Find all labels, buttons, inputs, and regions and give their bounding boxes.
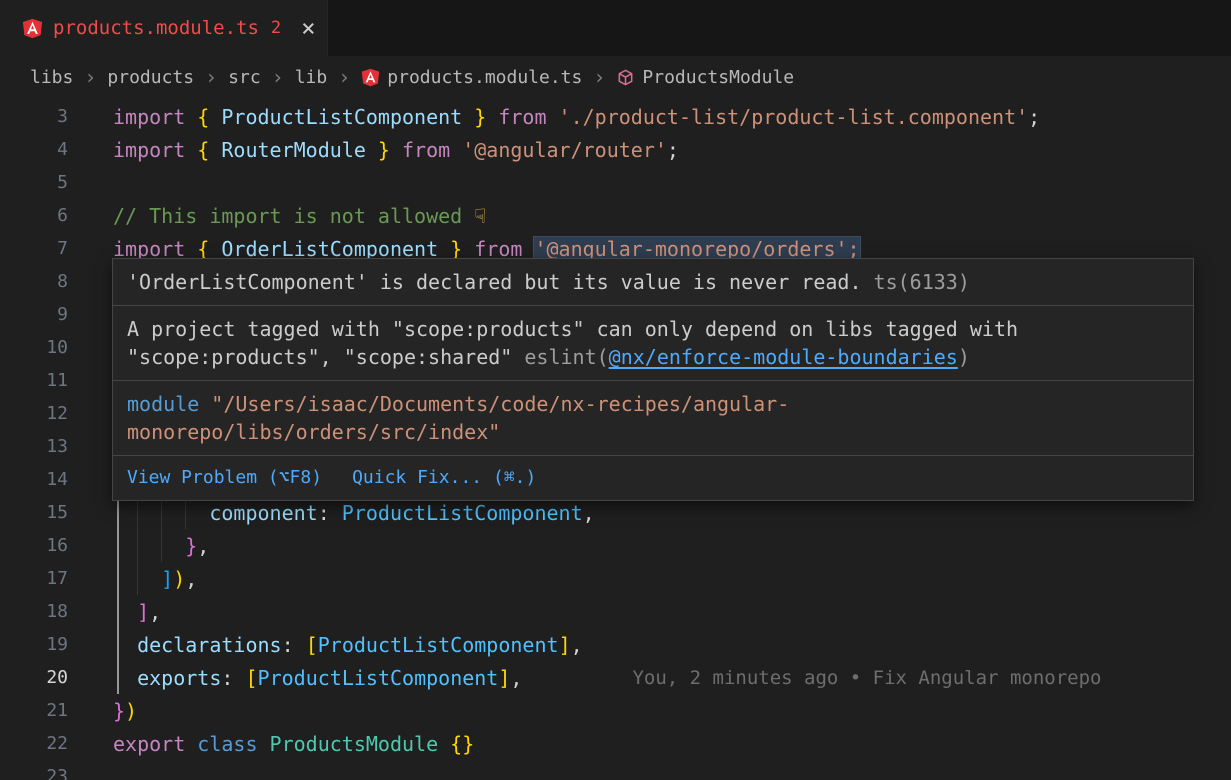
code-text: import { OrderListComponent } from '@ang…: [98, 237, 860, 261]
line-number: 5: [0, 172, 98, 193]
breadcrumb-item-lib[interactable]: lib: [295, 67, 328, 88]
indent-guide: [161, 529, 162, 562]
line-number: 4: [0, 139, 98, 160]
tab-products-module-ts[interactable]: products.module.ts 2 ×: [0, 0, 328, 56]
breadcrumb-item-libs[interactable]: libs: [30, 67, 73, 88]
line-number: 3: [0, 106, 98, 127]
hover-message: A project tagged with "scope:products" c…: [113, 306, 1193, 381]
line-number: 21: [0, 700, 98, 721]
git-blame-annotation: You, 2 minutes ago • Fix Angular monorep…: [632, 667, 1101, 689]
line-number: 15: [0, 502, 98, 523]
code-line-23[interactable]: 23: [0, 760, 1231, 780]
hover-message: module "/Users/isaac/Documents/code/nx-r…: [113, 381, 1193, 456]
code-text: declarations: [ProductListComponent],: [98, 633, 583, 657]
tab-bar: products.module.ts 2 ×: [0, 0, 1231, 56]
hover-message-line: "scope:products", "scope:shared" eslint(…: [127, 343, 1179, 371]
breadcrumb-item-symbol[interactable]: ProductsModule: [616, 67, 794, 88]
code-line-5[interactable]: 5: [0, 166, 1231, 199]
line-number: 7: [0, 238, 98, 259]
chevron-right-icon: ›: [592, 65, 606, 89]
chevron-right-icon: ›: [83, 65, 97, 89]
module-symbol-icon: [616, 68, 635, 87]
code-line-17[interactable]: 17 ]),: [0, 562, 1231, 595]
hover-message-line: module "/Users/isaac/Documents/code/nx-r…: [127, 390, 1179, 418]
line-number: 17: [0, 568, 98, 589]
code-line-18[interactable]: 18 ],: [0, 595, 1231, 628]
quick-fix-action[interactable]: Quick Fix... (⌘.): [352, 464, 536, 492]
code-text: exports: [ProductListComponent],: [98, 666, 522, 690]
line-number: 10: [0, 337, 98, 358]
active-indent-guide: [117, 496, 119, 694]
code-text: },: [98, 534, 209, 558]
code-line-19[interactable]: 19 declarations: [ProductListComponent],: [0, 628, 1231, 661]
line-number: 22: [0, 733, 98, 754]
breadcrumb-file-label: products.module.ts: [387, 67, 582, 88]
line-number: 23: [0, 766, 98, 780]
breadcrumb-item-src[interactable]: src: [228, 67, 261, 88]
code-text: ]),: [98, 567, 197, 591]
line-number: 14: [0, 469, 98, 490]
line-number: 19: [0, 634, 98, 655]
code-text: // This import is not allowed ☟: [98, 204, 486, 228]
line-number: 8: [0, 271, 98, 292]
code-line-16[interactable]: 16 },: [0, 529, 1231, 562]
breadcrumb-symbol-label: ProductsModule: [642, 67, 794, 88]
angular-icon: [361, 68, 380, 87]
hover-message: 'OrderListComponent' is declared but its…: [113, 259, 1193, 306]
line-number: 20: [0, 667, 98, 688]
breadcrumb-item-products[interactable]: products: [107, 67, 194, 88]
line-number: 18: [0, 601, 98, 622]
line-number: 9: [0, 304, 98, 325]
view-problem-action[interactable]: View Problem (⌥F8): [127, 464, 322, 492]
tab-problem-count-badge: 2: [271, 18, 281, 38]
indent-guide: [137, 529, 138, 562]
code-line-21[interactable]: 21}): [0, 694, 1231, 727]
code-text: component: ProductListComponent,: [98, 501, 595, 525]
hover-popup: 'OrderListComponent' is declared but its…: [112, 258, 1194, 501]
indent-guide: [137, 562, 138, 595]
chevron-right-icon: ›: [271, 65, 285, 89]
chevron-right-icon: ›: [337, 65, 351, 89]
code-text: export class ProductsModule {}: [98, 732, 474, 756]
line-number: 12: [0, 403, 98, 424]
line-number: 13: [0, 436, 98, 457]
line-number: 6: [0, 205, 98, 226]
angular-icon: [22, 18, 43, 39]
eslint-rule-link[interactable]: @nx/enforce-module-boundaries: [609, 345, 958, 369]
chevron-right-icon: ›: [204, 65, 218, 89]
code-text: }): [98, 699, 137, 723]
line-number: 16: [0, 535, 98, 556]
tab-title: products.module.ts: [53, 17, 259, 39]
code-text: ],: [98, 600, 161, 624]
code-line-3[interactable]: 3import { ProductListComponent } from '.…: [0, 100, 1231, 133]
code-line-22[interactable]: 22export class ProductsModule {}: [0, 727, 1231, 760]
editor[interactable]: 3import { ProductListComponent } from '.…: [0, 98, 1231, 780]
hover-message-line: A project tagged with "scope:products" c…: [127, 315, 1179, 343]
code-line-4[interactable]: 4import { RouterModule } from '@angular/…: [0, 133, 1231, 166]
code-text: import { ProductListComponent } from './…: [98, 105, 1040, 129]
hover-message-line: monorepo/libs/orders/src/index": [127, 418, 1179, 446]
code-text: import { RouterModule } from '@angular/r…: [98, 138, 679, 162]
line-number: 11: [0, 370, 98, 391]
code-line-20[interactable]: 20 exports: [ProductListComponent], You, …: [0, 661, 1231, 694]
hover-actions: View Problem (⌥F8) Quick Fix... (⌘.): [113, 456, 1193, 500]
breadcrumb: libs › products › src › lib › products.m…: [0, 56, 1231, 98]
close-icon[interactable]: ×: [301, 16, 315, 40]
code-line-6[interactable]: 6// This import is not allowed ☟: [0, 199, 1231, 232]
breadcrumb-item-file[interactable]: products.module.ts: [361, 67, 582, 88]
hover-message-line: 'OrderListComponent' is declared but its…: [127, 268, 1179, 296]
